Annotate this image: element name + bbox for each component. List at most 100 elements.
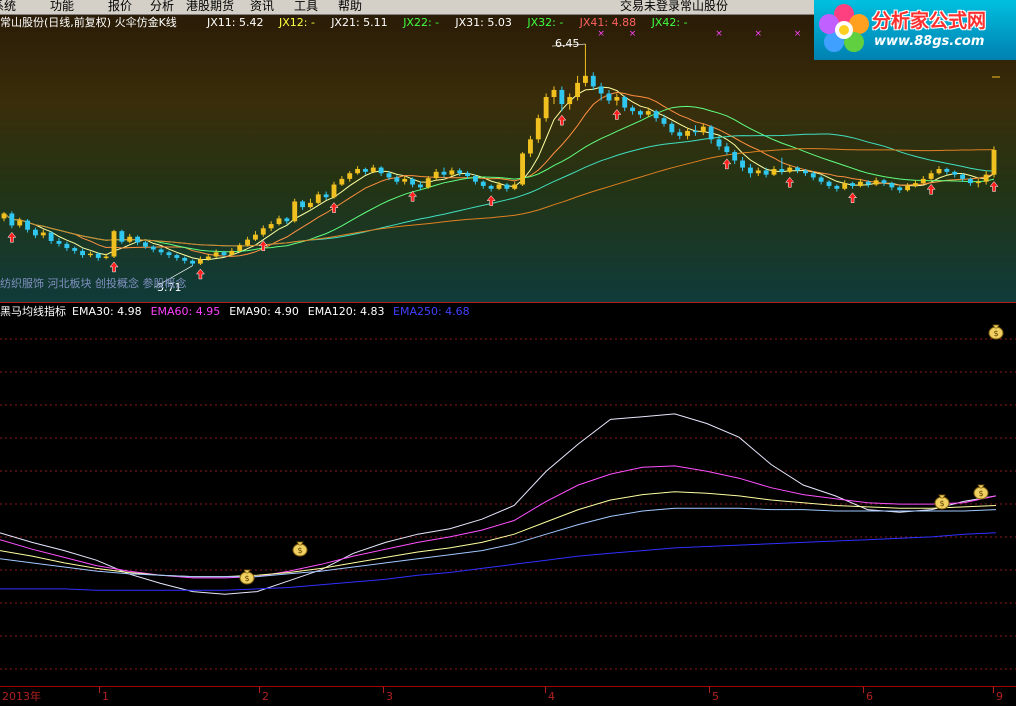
svg-text:$: $ xyxy=(939,499,944,508)
candle xyxy=(441,167,447,178)
candle xyxy=(960,173,966,182)
axis-tick xyxy=(259,687,260,693)
axis-label-7: 9 xyxy=(996,690,1003,703)
candle xyxy=(881,178,887,186)
buy-arrow-icon xyxy=(109,261,119,273)
candle xyxy=(252,231,258,241)
candle xyxy=(402,176,408,185)
candle xyxy=(551,86,557,105)
candle xyxy=(292,198,298,223)
x-mark-icon: × xyxy=(794,29,802,39)
candle xyxy=(25,219,31,233)
menu-item-6[interactable]: 工具 xyxy=(294,0,318,14)
candle xyxy=(119,229,125,244)
candle xyxy=(873,177,879,186)
ema-line-2 xyxy=(0,491,997,578)
ema-line-1 xyxy=(0,465,997,579)
candle xyxy=(952,170,958,178)
indicator-value-7: JX42: - xyxy=(651,16,688,29)
axis-tick xyxy=(383,687,384,693)
axis-label-1: 1 xyxy=(102,690,109,703)
x-mark-icon: × xyxy=(629,29,637,39)
candle xyxy=(543,93,549,122)
indicator-value-2: JX21: 5.11 xyxy=(331,16,388,29)
indicator-value-1: JX12: - xyxy=(279,16,315,29)
menu-item-7[interactable]: 帮助 xyxy=(338,0,362,14)
axis-tick xyxy=(863,687,864,693)
candle xyxy=(480,180,486,189)
indicator-value-5: JX32: - xyxy=(527,16,564,29)
candle xyxy=(410,177,416,188)
indicator-value-6: JX41: 4.88 xyxy=(579,16,637,29)
moving-average-line-0 xyxy=(3,86,995,261)
menu-item-2[interactable]: 报价 xyxy=(108,0,132,14)
candle xyxy=(268,221,274,232)
logo-title: 分析家公式网 xyxy=(872,10,987,32)
axis-label-0: 2013年 xyxy=(2,690,41,703)
money-bag-icon: $ xyxy=(934,494,950,510)
money-bag-icon: $ xyxy=(973,484,989,500)
buy-arrow-icon xyxy=(722,158,732,170)
candle xyxy=(700,123,706,136)
candle xyxy=(457,168,463,177)
candle xyxy=(197,256,203,265)
sector-text: 纺织服饰 河北板块 创投概念 参股概念 xyxy=(0,277,187,290)
buy-arrow-icon xyxy=(329,202,339,213)
buy-arrow-icon xyxy=(989,181,999,192)
indicator-value-0: JX11: 5.42 xyxy=(207,16,264,29)
menu-right-item-1[interactable]: 常山股份 xyxy=(680,0,728,14)
candle xyxy=(527,135,533,157)
indicator-chart: $ $ $ $ $ xyxy=(0,324,1016,670)
menu-item-5[interactable]: 资讯 xyxy=(250,0,274,14)
candle xyxy=(818,175,824,185)
menu-item-1[interactable]: 功能 xyxy=(50,0,74,14)
candle xyxy=(472,174,478,185)
candle xyxy=(72,246,78,254)
candle xyxy=(535,114,541,143)
moving-average-line-1 xyxy=(3,91,995,257)
candle xyxy=(912,180,918,188)
menu-right-item-0[interactable]: 交易未登录 xyxy=(620,0,680,14)
candle xyxy=(897,185,903,193)
candle xyxy=(991,146,997,178)
candle xyxy=(433,169,439,181)
candle xyxy=(488,184,494,192)
candle xyxy=(669,121,675,136)
menu-item-4[interactable]: 港股期货 xyxy=(186,0,234,14)
candle xyxy=(630,105,636,115)
candle xyxy=(355,166,361,175)
candle xyxy=(920,176,926,185)
candle xyxy=(229,248,235,256)
axis-tick xyxy=(993,687,994,693)
buy-arrow-icon xyxy=(612,109,622,120)
legend-item-4: EMA250: 4.68 xyxy=(393,305,470,318)
candle xyxy=(245,236,251,247)
candle xyxy=(606,89,612,105)
moving-average-line-2 xyxy=(3,105,995,253)
svg-text:$: $ xyxy=(297,546,302,555)
candle xyxy=(708,125,714,144)
menu-item-3[interactable]: 分析 xyxy=(150,0,174,14)
indicator-panel[interactable]: $ $ $ $ $ 黑马均线指标 EMA30: 4.98 EMA60: 4.95 EMA90… xyxy=(0,303,1016,686)
indicator-value-4: JX31: 5.03 xyxy=(455,16,512,29)
candle xyxy=(677,128,683,140)
axis-label-6: 6 xyxy=(866,690,873,703)
candle xyxy=(323,191,329,201)
candle xyxy=(166,250,172,258)
candle xyxy=(449,167,455,177)
legend-item-3: EMA120: 4.83 xyxy=(307,305,385,318)
candle xyxy=(975,178,981,188)
candle xyxy=(685,128,691,140)
menu-item-0[interactable]: 系统 xyxy=(0,0,16,14)
ema-line-4 xyxy=(0,532,997,591)
candle xyxy=(111,229,117,258)
candle xyxy=(48,231,54,244)
legend-item-2: EMA90: 4.90 xyxy=(229,305,299,318)
candle xyxy=(284,217,290,225)
candle xyxy=(87,251,93,258)
candle xyxy=(928,170,934,181)
candle xyxy=(512,181,518,191)
candle xyxy=(653,109,659,122)
legend-item-0: EMA30: 4.98 xyxy=(72,305,142,318)
candle xyxy=(331,181,337,199)
